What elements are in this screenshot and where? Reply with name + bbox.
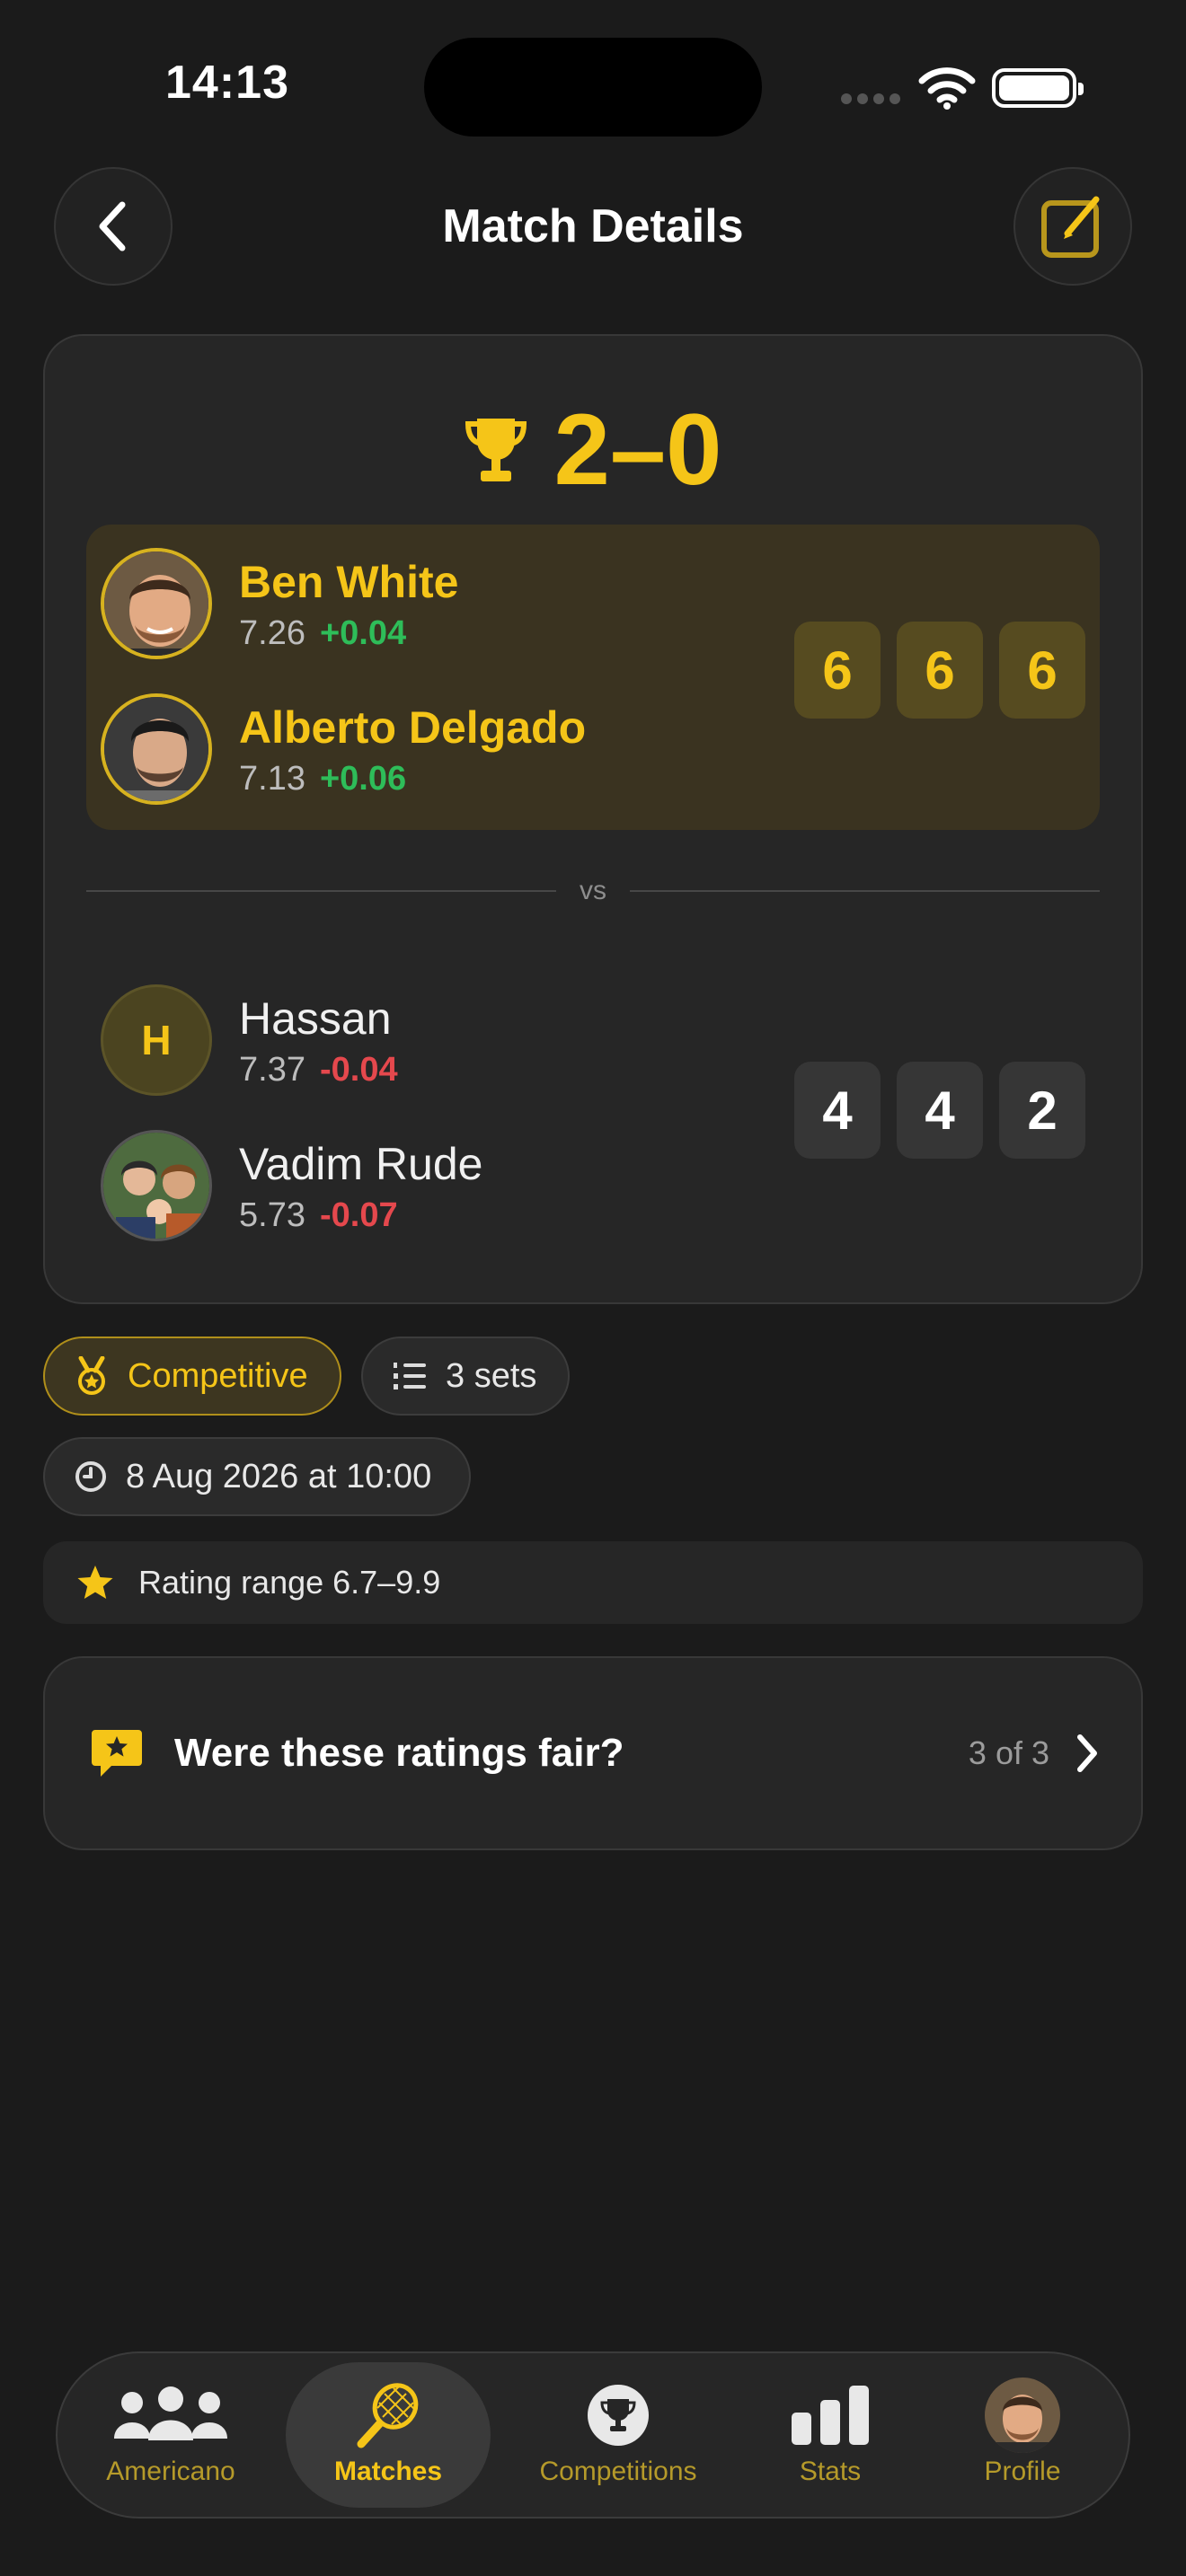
trophy-icon [588, 2385, 649, 2446]
avatar [985, 2378, 1060, 2453]
player-row[interactable]: Alberto Delgado 7.13 +0.06 [101, 693, 586, 805]
tab-label: Profile [984, 2457, 1061, 2486]
player-row[interactable]: Vadim Rude 5.73 -0.07 [101, 1130, 482, 1241]
avatar [101, 548, 212, 659]
feedback-star-icon [92, 1730, 142, 1777]
clock-icon [75, 1461, 106, 1492]
tab-label: Stats [799, 2457, 862, 2486]
numbered-list-icon [394, 1363, 426, 1389]
rating-delta: -0.04 [319, 1050, 398, 1089]
fairness-question: Were these ratings fair? [174, 1731, 624, 1775]
medal-icon [78, 1356, 105, 1395]
tab-americano[interactable]: Americano [83, 2362, 259, 2508]
vs-divider: vs [86, 873, 1100, 909]
set-score: 2 [999, 1062, 1085, 1159]
player-name: Ben White [239, 556, 459, 607]
set-score: 6 [794, 622, 881, 719]
page-title: Match Details [442, 200, 744, 252]
set-score: 6 [897, 622, 983, 719]
status-time: 14:13 [165, 57, 289, 109]
star-icon [77, 1566, 113, 1599]
avatar: H [101, 984, 212, 1096]
set-score: 6 [999, 622, 1085, 719]
tab-label: Competitions [539, 2457, 697, 2486]
cellular-signal-icon [841, 93, 902, 106]
vs-label: vs [580, 876, 606, 905]
rating-range: Rating range 6.7–9.9 [43, 1541, 1143, 1624]
player-name: Alberto Delgado [239, 701, 587, 753]
chevron-right-icon [1077, 1734, 1097, 1772]
rating-delta: -0.07 [319, 1195, 398, 1234]
tab-bar: Americano Matches Competitions Stats Pro… [56, 2351, 1130, 2519]
edit-button[interactable] [1013, 167, 1132, 286]
rating-range-label: Rating range 6.7–9.9 [138, 1564, 441, 1601]
ratings-fair-prompt[interactable]: Were these ratings fair? 3 of 3 [43, 1656, 1143, 1850]
score-card: 2–0 Ben White 7.26 +0.04 Alberto Delgado… [43, 334, 1143, 1304]
avatar [101, 1130, 212, 1241]
tab-label: Matches [333, 2457, 443, 2486]
date-badge: 8 Aug 2026 at 10:00 [43, 1437, 471, 1516]
player-name: Hassan [239, 992, 392, 1044]
player-row[interactable]: H Hassan 7.37 -0.04 [101, 984, 398, 1096]
tab-label: Americano [106, 2457, 235, 2486]
tab-competitions[interactable]: Competitions [518, 2362, 719, 2508]
set-score: 4 [897, 1062, 983, 1159]
final-score: 2–0 [45, 392, 1141, 507]
battery-icon [992, 68, 1084, 108]
player-rating: 5.73 [239, 1195, 305, 1234]
sets-label: 3 sets [446, 1356, 537, 1395]
wifi-icon [918, 67, 976, 110]
player-rating: 7.13 [239, 759, 305, 798]
winning-team: Ben White 7.26 +0.04 Alberto Delgado 7.13… [86, 525, 1100, 830]
player-rating: 7.37 [239, 1050, 305, 1089]
score-value: 2–0 [553, 393, 722, 506]
player-name: Vadim Rude [239, 1138, 483, 1189]
competitive-label: Competitive [128, 1356, 308, 1395]
tab-stats[interactable]: Stats [749, 2362, 911, 2508]
rating-delta: +0.06 [319, 759, 407, 798]
fairness-count: 3 of 3 [968, 1734, 1049, 1771]
bar-chart-icon [792, 2386, 869, 2445]
set-scores: 4 4 2 [794, 1062, 1085, 1159]
people-icon [114, 2386, 227, 2440]
player-rating: 7.26 [239, 613, 305, 652]
competitive-badge: Competitive [43, 1337, 341, 1416]
set-score: 4 [794, 1062, 881, 1159]
tab-matches[interactable]: Matches [286, 2362, 491, 2508]
sets-badge: 3 sets [361, 1337, 570, 1416]
edit-icon [1041, 196, 1100, 258]
dynamic-island [424, 38, 762, 137]
player-row[interactable]: Ben White 7.26 +0.04 [101, 548, 458, 659]
losing-team: H Hassan 7.37 -0.04 Vadim Rude 5.73 -0.0… [86, 965, 1100, 1270]
set-scores: 6 6 6 [794, 622, 1085, 719]
tab-profile[interactable]: Profile [942, 2362, 1103, 2508]
trophy-icon [465, 418, 527, 481]
racket-icon [357, 2383, 419, 2448]
avatar [101, 693, 212, 805]
rating-delta: +0.04 [319, 613, 407, 652]
date-label: 8 Aug 2026 at 10:00 [126, 1457, 432, 1495]
